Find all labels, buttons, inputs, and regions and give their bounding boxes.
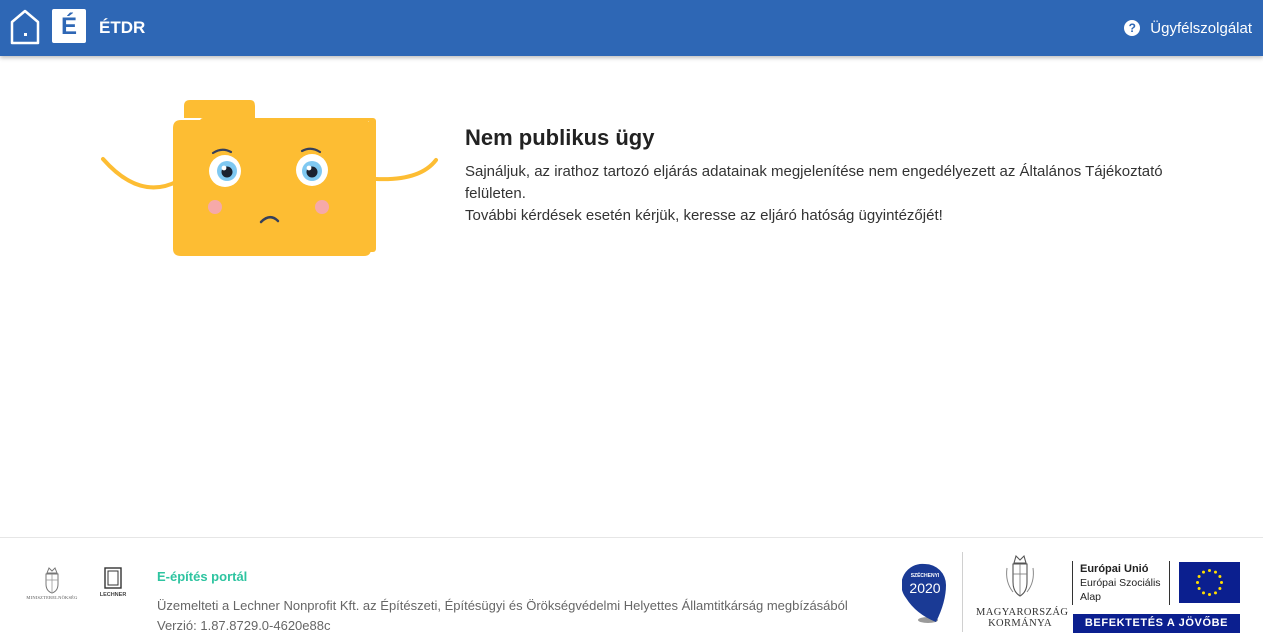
- help-icon: ?: [1124, 20, 1141, 36]
- eu-fund-line1: Európai Szociális: [1080, 577, 1161, 589]
- sad-folder-icon: [101, 100, 438, 256]
- home-button[interactable]: [9, 8, 41, 46]
- szechenyi-year: 2020: [909, 580, 940, 596]
- version-text: Verzió: 1.87.8729.0-4620e88c: [157, 618, 331, 633]
- lechner-logo: LECHNER: [95, 566, 131, 606]
- lechner-label: LECHNER: [99, 592, 127, 598]
- government-line1: MAGYARORSZÁG: [976, 607, 1069, 618]
- government-crest: [1003, 552, 1037, 600]
- szechenyi-label: SZÉCHENYI: [911, 571, 940, 579]
- portal-name: E-építés portál: [157, 569, 248, 584]
- lechner-icon: [104, 567, 122, 589]
- coat-of-arms-icon: [45, 567, 59, 594]
- invest-banner: BEFEKTETÉS A JÖVŐBE: [1073, 614, 1240, 633]
- ministry-logo: MINISZTERELNÖKSÉG: [24, 566, 80, 606]
- government-line2: KORMÁNYA: [988, 618, 1052, 629]
- app-title[interactable]: ÉTDR: [99, 18, 145, 38]
- home-icon: [10, 9, 40, 45]
- customer-service-label: Ügyfélszolgálat: [1150, 19, 1252, 37]
- szechenyi-2020-logo: SZÉCHENYI 2020: [901, 562, 948, 624]
- etdr-logo-letter: É: [60, 13, 77, 40]
- footer-divider: [962, 552, 963, 632]
- top-navigation-bar: É ÉTDR ? Ügyfélszolgálat: [0, 0, 1263, 56]
- eu-fund-line2: Alap: [1080, 591, 1102, 603]
- eu-flag-icon: [1179, 562, 1240, 603]
- eu-fund-text: Európai Unió Európai Szociális Alap: [1072, 561, 1170, 605]
- etdr-logo[interactable]: É: [52, 9, 86, 43]
- message-text: Sajnáljuk, az irathoz tartozó eljárás ad…: [465, 163, 1163, 202]
- customer-service-link[interactable]: ? Ügyfélszolgálat: [1124, 17, 1252, 39]
- message-panel: Nem publikus ügy Sajnáljuk, az irathoz t…: [465, 124, 1185, 227]
- ministry-label: MINISZTERELNÖKSÉG: [26, 595, 78, 600]
- page-footer: MINISZTERELNÖKSÉG LECHNER E-építés portá…: [0, 537, 1263, 644]
- government-name: MAGYARORSZÁG KORMÁNYA: [976, 607, 1069, 629]
- eu-title: Európai Unió: [1080, 563, 1149, 575]
- page-title: Nem publikus ügy: [465, 125, 655, 150]
- sad-folder-illustration: [100, 96, 440, 261]
- operator-text: Üzemelteti a Lechner Nonprofit Kft. az É…: [157, 598, 848, 613]
- crest-icon: [1006, 554, 1034, 597]
- message-hint-text: További kérdések esetén kérjük, keresse …: [465, 207, 943, 224]
